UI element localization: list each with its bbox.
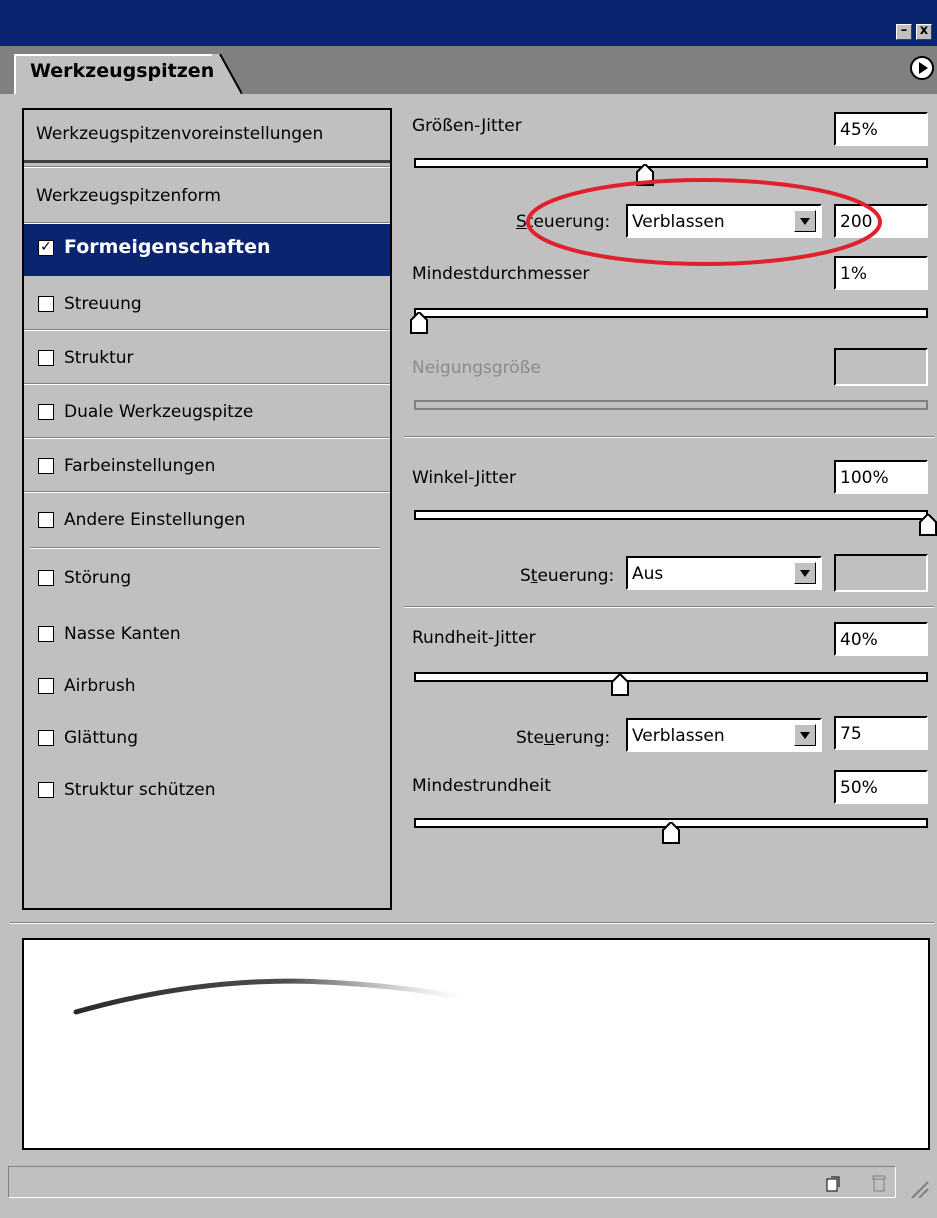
roundness-control-label: Steuerung: (516, 728, 611, 748)
list-item-label: Formeigenschaften (64, 236, 271, 258)
minimize-icon[interactable]: – (896, 24, 912, 40)
min-diameter-slider[interactable] (414, 308, 928, 318)
divider (24, 437, 390, 439)
list-item[interactable]: Streuung (24, 280, 390, 332)
tab-label: Werkzeugspitzen (30, 60, 215, 82)
divider (404, 436, 934, 438)
close-icon[interactable]: x (916, 24, 932, 40)
list-item-formeigenschaften[interactable]: ✓ Formeigenschaften (24, 224, 390, 276)
checkbox[interactable] (38, 782, 54, 798)
checkbox[interactable] (38, 678, 54, 694)
slider-thumb[interactable] (610, 674, 629, 696)
checkbox[interactable] (38, 626, 54, 642)
roundness-jitter-label: Rundheit-Jitter (412, 628, 536, 648)
tip-shape-item[interactable]: Werkzeugspitzenform (36, 186, 221, 206)
roundness-control-value: Verblassen (632, 726, 725, 746)
checkbox[interactable] (38, 458, 54, 474)
checkbox[interactable] (38, 730, 54, 746)
chevron-down-icon[interactable] (794, 724, 816, 746)
size-jitter-label: Größen-Jitter (412, 116, 522, 136)
list-item-label: Andere Einstellungen (64, 510, 246, 530)
tilt-scale-label: Neigungsgröße (412, 358, 541, 378)
slider-thumb[interactable] (919, 514, 937, 536)
checkbox[interactable] (38, 296, 54, 312)
list-item-label: Duale Werkzeugspitze (64, 402, 254, 422)
checkbox[interactable] (38, 512, 54, 528)
tilt-scale-slider (414, 400, 928, 410)
checkbox[interactable] (38, 404, 54, 420)
list-item[interactable]: Struktur schützen (24, 766, 390, 818)
min-roundness-label: Mindestrundheit (412, 776, 551, 796)
checkbox[interactable] (38, 570, 54, 586)
divider (10, 922, 934, 924)
stroke-preview (22, 938, 930, 1150)
size-jitter-field[interactable]: 45% (834, 112, 928, 146)
tilt-scale-field (834, 348, 928, 386)
trash-icon[interactable] (872, 1174, 886, 1192)
list-item-label: Airbrush (64, 676, 136, 696)
roundness-jitter-slider[interactable] (414, 672, 928, 682)
list-item-label: Struktur schützen (64, 780, 216, 800)
roundness-jitter-field[interactable]: 40% (834, 622, 928, 656)
angle-control-label: Steuerung: (520, 566, 615, 586)
presets-item[interactable]: Werkzeugspitzenvoreinstellungen (36, 124, 323, 144)
list-item-label: Nasse Kanten (64, 624, 181, 644)
list-item[interactable]: Farbeinstellungen (24, 442, 390, 494)
roundness-fade-field[interactable]: 75 (834, 716, 928, 750)
list-item-label: Glättung (64, 728, 138, 748)
divider (24, 160, 390, 163)
palette-titlebar[interactable] (0, 0, 937, 46)
divider (24, 329, 390, 331)
angle-jitter-field[interactable]: 100% (834, 460, 928, 494)
list-item[interactable]: Airbrush (24, 662, 390, 714)
status-bar (8, 1166, 896, 1198)
list-item[interactable]: Störung (24, 554, 390, 606)
list-item[interactable]: Andere Einstellungen (24, 496, 390, 548)
resize-grip-icon[interactable] (908, 1180, 930, 1198)
min-roundness-field[interactable]: 50% (834, 770, 928, 804)
checkbox[interactable] (38, 350, 54, 366)
list-item[interactable]: Struktur (24, 334, 390, 386)
divider (30, 547, 380, 549)
list-item-label: Streuung (64, 294, 142, 314)
checkbox-checked[interactable]: ✓ (38, 240, 54, 256)
annotation-ellipse (526, 178, 882, 266)
slider-thumb[interactable] (410, 312, 429, 334)
tab-edge (212, 54, 242, 94)
list-item-label: Struktur (64, 348, 134, 368)
angle-control-field (834, 554, 928, 592)
angle-control-dropdown[interactable]: Aus (626, 556, 822, 590)
list-item[interactable]: Glättung (24, 714, 390, 766)
flyout-menu-icon[interactable] (910, 56, 934, 80)
angle-control-value: Aus (632, 564, 664, 584)
divider (24, 166, 390, 168)
brush-stroke-preview (73, 978, 467, 1015)
roundness-control-dropdown[interactable]: Verblassen (626, 718, 822, 752)
list-item[interactable]: Duale Werkzeugspitze (24, 388, 390, 440)
list-item-label: Farbeinstellungen (64, 456, 216, 476)
divider (404, 606, 934, 608)
angle-jitter-slider[interactable] (414, 510, 928, 520)
angle-jitter-label: Winkel-Jitter (412, 468, 516, 488)
list-item-label: Störung (64, 568, 132, 588)
chevron-down-icon[interactable] (794, 562, 816, 584)
divider (24, 383, 390, 385)
slider-thumb[interactable] (662, 822, 680, 844)
new-preset-icon[interactable] (826, 1176, 840, 1192)
list-item[interactable]: Nasse Kanten (24, 610, 390, 662)
size-jitter-slider[interactable] (414, 158, 928, 168)
divider (24, 491, 390, 493)
